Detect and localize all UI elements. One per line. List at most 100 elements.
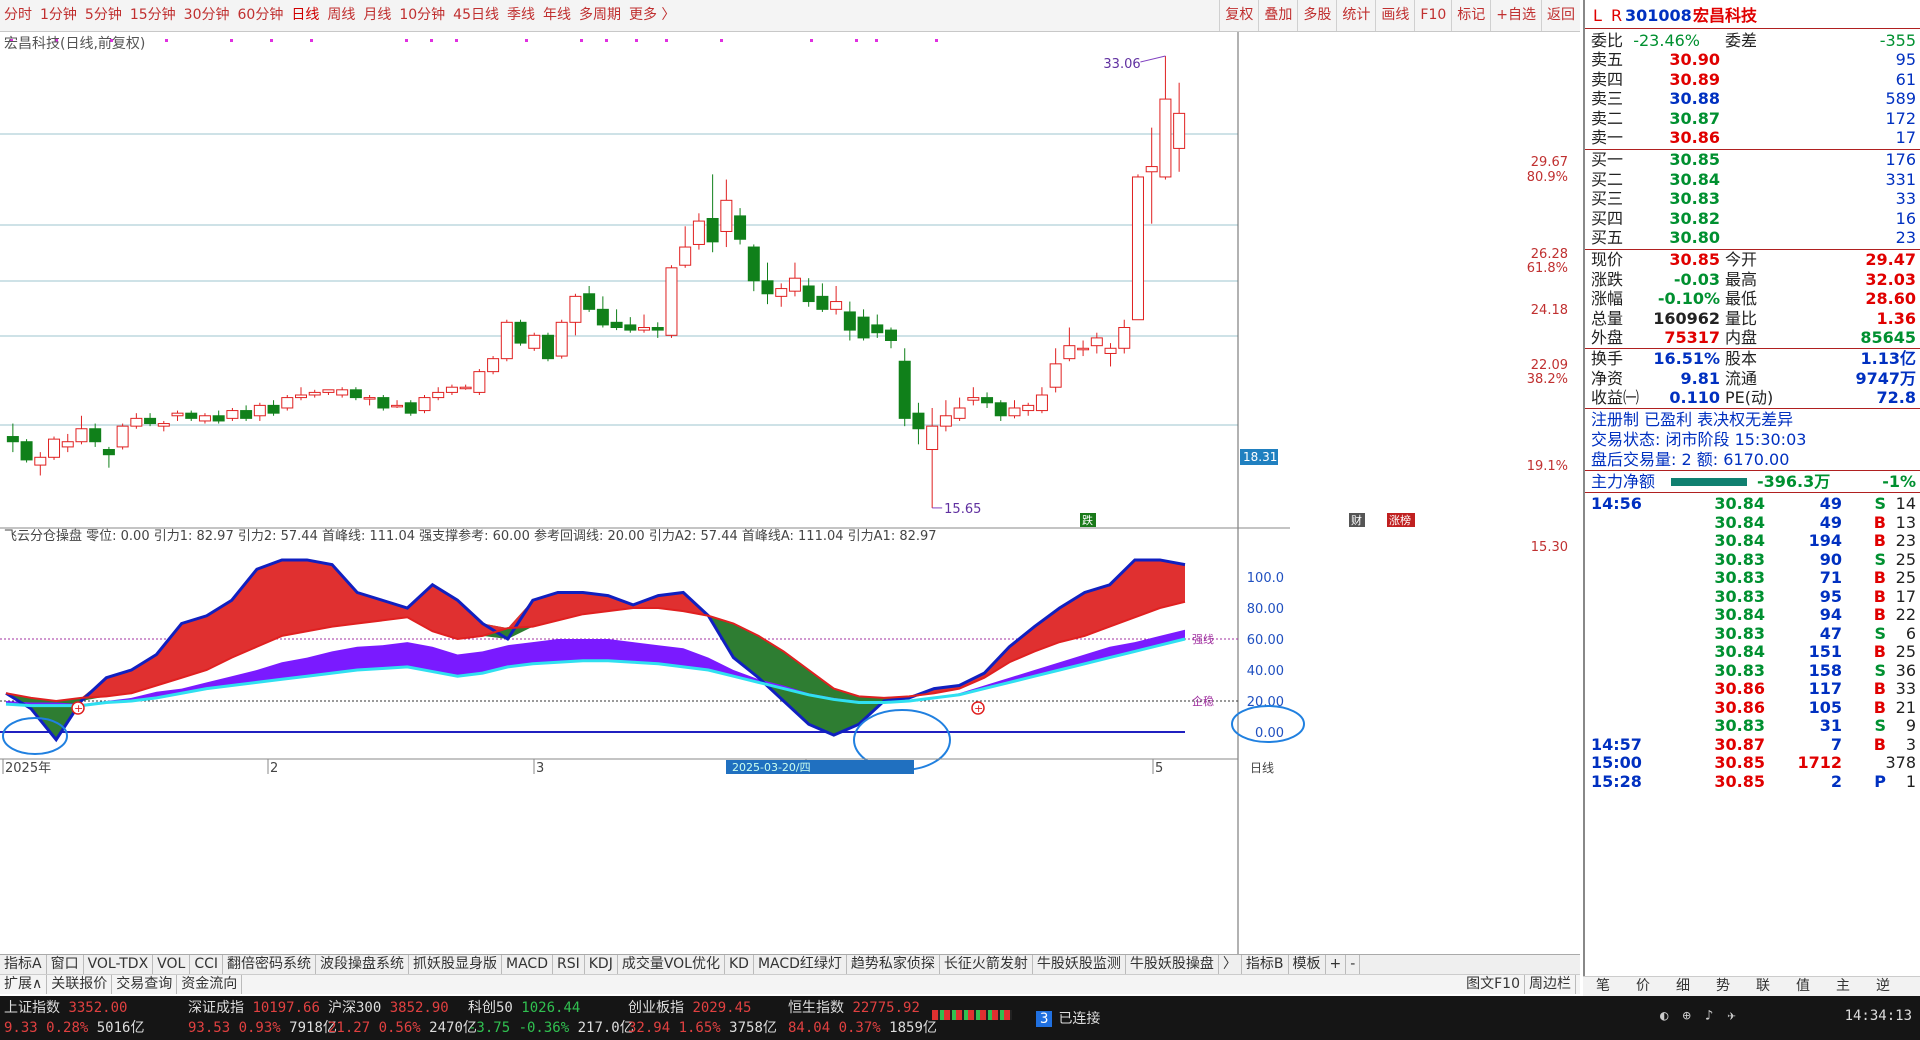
indicator-tab[interactable]: RSI — [553, 955, 585, 974]
period-tab[interactable]: 日线 — [287, 0, 323, 31]
candle — [20, 439, 33, 463]
panel-nav-tab[interactable]: 逆 — [1863, 977, 1903, 996]
indicator-tab[interactable]: 指标B — [1242, 955, 1289, 974]
quote-label2: 内盘 — [1725, 328, 1758, 348]
indicator-tab[interactable]: KDJ — [585, 955, 618, 974]
ext-tab[interactable]: 关联报价 — [47, 975, 113, 994]
index-item[interactable]: 创业板指 2029.45 32.94 1.65% 3758亿 — [628, 998, 777, 1038]
period-tab[interactable]: 60分钟 — [234, 0, 288, 31]
toolbar-button[interactable]: 标记 — [1451, 0, 1490, 31]
ext-tab[interactable]: 交易查询 — [112, 975, 178, 994]
svg-text:涨榜: 涨榜 — [1389, 513, 1411, 527]
fund-value2: 72.8 — [1876, 388, 1916, 408]
indicator-tab[interactable]: 长征火箭发射 — [940, 955, 1033, 974]
candle — [1145, 127, 1158, 224]
indicator-tab[interactable]: 波段操盘系统 — [316, 955, 410, 974]
index-change: 21.27 — [328, 1020, 379, 1036]
tick-time: 15:00 — [1591, 753, 1642, 772]
chart-area[interactable]: 33.06 15.65 跌 财 涨榜 29.67 80.9% 26.28 61.8% 24.18 2… — [0, 32, 1580, 1040]
panel-nav-tab[interactable]: 值 — [1783, 977, 1823, 996]
tray-icon[interactable]: ⊕ — [1682, 1008, 1690, 1024]
candle — [336, 387, 349, 398]
period-tab[interactable]: 更多 〉 — [625, 0, 679, 31]
panel-nav-tab[interactable]: 势 — [1703, 977, 1743, 996]
event-marker[interactable]: 涨榜 — [1387, 513, 1415, 527]
indicator-tab[interactable]: 牛股妖股操盘 — [1126, 955, 1219, 974]
period-tab[interactable]: 周线 — [323, 0, 359, 31]
indicator-tab[interactable]: 指标A — [0, 955, 47, 974]
ext-tab[interactable]: 资金流向 — [177, 975, 243, 994]
toolbar-button[interactable]: F10 — [1414, 0, 1451, 31]
toolbar-button[interactable]: 画线 — [1375, 0, 1414, 31]
toolbar-button[interactable]: 多股 — [1297, 0, 1336, 31]
chart-svg[interactable]: 33.06 15.65 跌 财 涨榜 29.6780.9% 26.2861.8% 24.18 2… — [0, 32, 1580, 954]
toolbar-button[interactable]: 返回 — [1541, 0, 1580, 31]
indicator-tab[interactable]: 趋势私家侦探 — [847, 955, 940, 974]
period-tab[interactable]: 5分钟 — [81, 0, 126, 31]
index-item[interactable]: 科创50 1026.44 -3.75 -0.36% 217.0亿 — [468, 998, 634, 1038]
fund-value: 16.51% — [1653, 349, 1720, 368]
period-tab[interactable]: 月线 — [359, 0, 395, 31]
candle — [157, 420, 170, 432]
index-item[interactable]: 沪深300 3852.90 21.27 0.56% 2470亿 — [328, 998, 477, 1038]
panel-nav-tab[interactable]: 价 — [1623, 977, 1663, 996]
tick-side: S — [1874, 549, 1886, 569]
index-item[interactable]: 上证指数 3352.00 9.33 0.28% 5016亿 — [4, 998, 144, 1038]
panel-nav-tab[interactable]: 笔 — [1583, 977, 1623, 996]
period-tab[interactable]: 15分钟 — [126, 0, 180, 31]
period-tab[interactable]: 年线 — [539, 0, 575, 31]
period-tab[interactable]: 1分钟 — [36, 0, 81, 31]
tray-icon[interactable]: ◐ — [1660, 1008, 1668, 1024]
indicator-tab[interactable]: CCI — [190, 955, 224, 974]
panel-nav-tab[interactable]: 细 — [1663, 977, 1703, 996]
tick-volume: 151 — [1808, 642, 1842, 661]
indicator-tab[interactable]: VOL-TDX — [84, 955, 154, 974]
indicator-tab[interactable]: - — [1346, 955, 1361, 974]
period-tab[interactable]: 45日线 — [449, 0, 503, 31]
quote-value2: 1.36 — [1876, 308, 1916, 328]
index-item[interactable]: 深证成指 10197.66 93.53 0.93% 7918亿 — [188, 998, 337, 1038]
indicator-tab[interactable]: 成交量VOL优化 — [618, 955, 725, 974]
indicator-tab[interactable]: VOL — [153, 955, 191, 974]
period-tab[interactable]: 30分钟 — [180, 0, 234, 31]
price-axis-label: 24.18 — [1531, 303, 1568, 318]
index-item[interactable]: 恒生指数 22775.92 84.04 0.37% 1859亿 — [788, 998, 937, 1038]
toolbar-button[interactable]: 叠加 — [1258, 0, 1297, 31]
tick-count: 3 — [1905, 734, 1916, 754]
indicator-tab[interactable]: 翻倍密码系统 — [223, 955, 317, 974]
panel-nav-tab[interactable]: 联 — [1743, 977, 1783, 996]
period-tab[interactable]: 10分钟 — [395, 0, 449, 31]
candle — [130, 413, 143, 429]
candle — [75, 415, 88, 445]
indicator-tab[interactable]: 〉 — [1219, 955, 1242, 974]
candle — [253, 402, 266, 421]
indicator-tab[interactable]: 牛股妖股监测 — [1033, 955, 1126, 974]
indicator-tab[interactable]: 抓妖股显身版 — [409, 955, 503, 974]
indicator-tab[interactable]: + — [1326, 955, 1347, 974]
period-tab[interactable]: 分时 — [0, 0, 36, 31]
panel-nav-tab[interactable]: 主 — [1823, 977, 1863, 996]
tray-icon[interactable]: ✈ — [1727, 1008, 1735, 1024]
indicator-tab[interactable]: KD — [725, 955, 754, 974]
indicator-tab[interactable]: 模板 — [1289, 955, 1326, 974]
toolbar-button[interactable]: 统计 — [1336, 0, 1375, 31]
indicator-tab[interactable]: 窗口 — [47, 955, 84, 974]
toolbar-button[interactable]: 复权 — [1219, 0, 1258, 31]
event-marker[interactable]: 财 — [1349, 513, 1365, 527]
candle — [802, 278, 815, 307]
index-pct: 0.93% — [238, 1020, 290, 1036]
connection-status[interactable]: 3 已连接 — [1036, 1008, 1100, 1028]
low-label: 15.65 — [944, 502, 981, 517]
period-tab[interactable]: 多周期 — [575, 0, 625, 31]
tick-count: 25 — [1895, 642, 1916, 661]
period-tab[interactable]: 季线 — [503, 0, 539, 31]
event-marker[interactable]: 跌 — [1080, 513, 1096, 527]
ext-tab[interactable]: 扩展∧ — [0, 975, 48, 994]
index-name: 科创50 — [468, 1000, 522, 1016]
indicator-tab[interactable]: MACD — [502, 955, 553, 974]
toolbar-button[interactable]: +自选 — [1490, 0, 1541, 31]
tray-icon[interactable]: ♪ — [1705, 1008, 1713, 1024]
indicator-tab[interactable]: MACD红绿灯 — [754, 955, 847, 974]
ext-right-tab[interactable]: 周边栏 — [1525, 975, 1576, 994]
ext-right-tab[interactable]: 图文F10 — [1462, 975, 1525, 994]
